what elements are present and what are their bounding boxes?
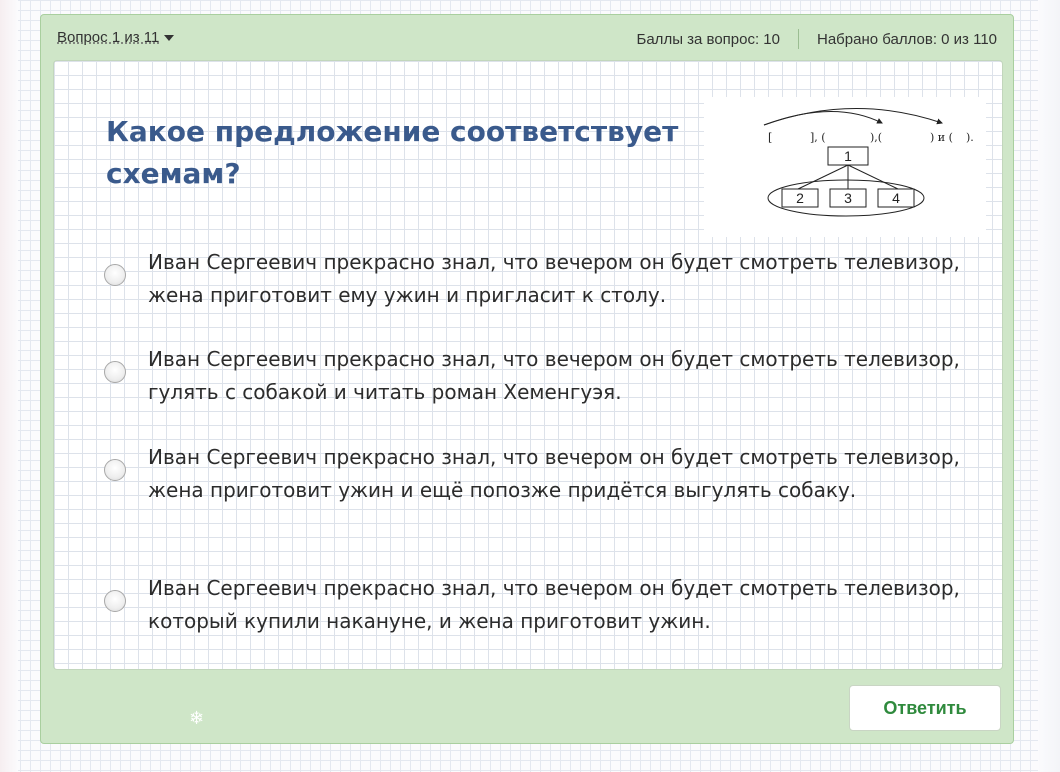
- right-page-decoration: [1038, 0, 1060, 772]
- points-total: Набрано баллов: 0 из 110: [817, 30, 997, 48]
- scheme-bracket-1: [: [768, 131, 772, 144]
- sentence-scheme: [ ], ( ),( ) и ( ). 1 2 3 4: [704, 97, 986, 237]
- quiz-header: Вопрос 1 из 11 Баллы за вопрос: 10 Набра…: [57, 29, 997, 53]
- main-clause-number: 1: [844, 148, 852, 164]
- submit-button[interactable]: Ответить: [849, 685, 1001, 731]
- answer-option[interactable]: Иван Сергеевич прекрасно знал, что вечер…: [104, 246, 964, 312]
- quiz-frame: Вопрос 1 из 11 Баллы за вопрос: 10 Набра…: [40, 14, 1014, 744]
- answer-option[interactable]: Иван Сергеевич прекрасно знал, что вечер…: [104, 572, 964, 638]
- scheme-bracket-4: ) и (: [930, 131, 953, 144]
- answer-option-text: Иван Сергеевич прекрасно знал, что вечер…: [148, 445, 960, 502]
- radio-button[interactable]: [104, 361, 126, 383]
- answer-option-text: Иван Сергеевич прекрасно знал, что вечер…: [148, 347, 960, 404]
- radio-button[interactable]: [104, 590, 126, 612]
- divider: [798, 29, 799, 49]
- answer-option-text: Иван Сергеевич прекрасно знал, что вечер…: [148, 250, 960, 307]
- answer-option[interactable]: Иван Сергеевич прекрасно знал, что вечер…: [104, 343, 964, 409]
- scheme-bracket-3: ),(: [870, 131, 882, 144]
- question-panel: Какое предложение соответствует схемам? …: [53, 60, 1003, 670]
- answer-option[interactable]: Иван Сергеевич прекрасно знал, что вечер…: [104, 441, 964, 507]
- scheme-arrow: [763, 111, 883, 126]
- sub-clause-number: 3: [844, 190, 852, 206]
- answer-option-text: Иван Сергеевич прекрасно знал, что вечер…: [148, 576, 960, 633]
- scheme-arrow: [763, 108, 943, 126]
- question-title: Какое предложение соответствует схемам?: [106, 115, 679, 190]
- scheme-bracket-2: ], (: [810, 131, 826, 144]
- left-page-decoration: [0, 0, 18, 772]
- question-selector[interactable]: Вопрос 1 из 11: [57, 29, 175, 46]
- radio-button[interactable]: [104, 264, 126, 286]
- caret-down-icon: [164, 34, 175, 41]
- sub-clause-number: 4: [892, 190, 900, 206]
- radio-button[interactable]: [104, 459, 126, 481]
- score-info: Баллы за вопрос: 10 Набрано баллов: 0 из…: [636, 29, 997, 49]
- scheme-bracket-5: ).: [966, 131, 974, 144]
- question-counter: Вопрос 1 из 11: [57, 29, 160, 46]
- points-per-question: Баллы за вопрос: 10: [636, 30, 781, 48]
- snowflake-icon: ❄: [189, 708, 205, 729]
- sub-clause-number: 2: [796, 190, 804, 206]
- scheme-diagram: [ ], ( ),( ) и ( ). 1 2 3 4: [763, 108, 974, 217]
